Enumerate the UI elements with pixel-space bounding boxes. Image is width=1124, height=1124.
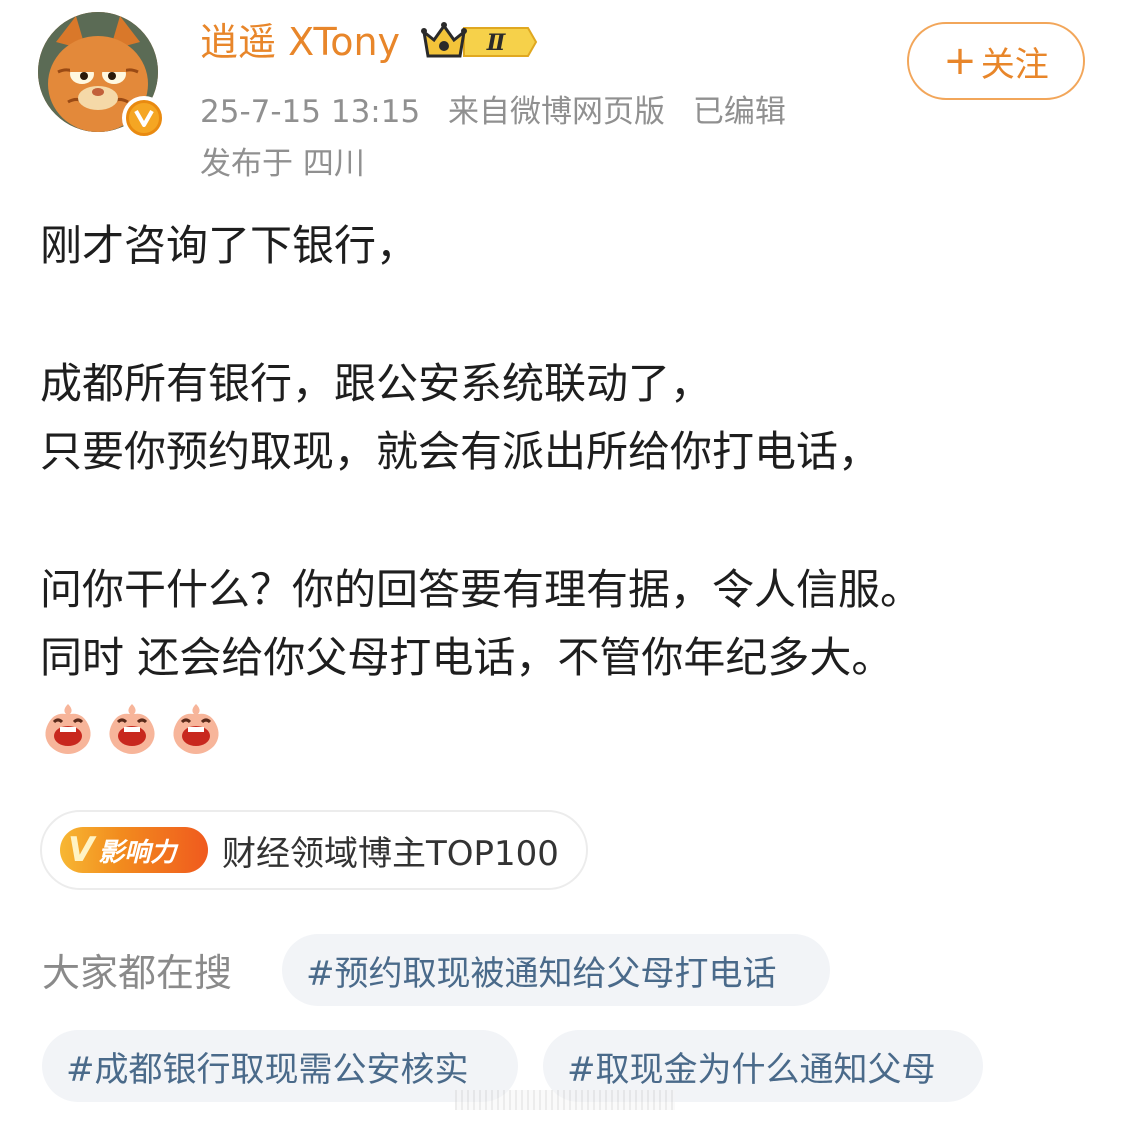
influence-logo-text: 影响力 (98, 837, 177, 868)
post-line: 刚才咨询了下银行， (40, 221, 419, 270)
influence-label: 财经领域博主TOP100 (222, 833, 559, 874)
plus-icon: + (943, 38, 977, 84)
post-body: 刚才咨询了下银行， 成都所有银行，跟公安系统联动了， 只要你预约取现，就会有派出… (40, 212, 1100, 692)
influence-badge[interactable]: V 影响力 财经领域博主TOP100 (40, 810, 588, 890)
level-badge-text: Ⅱ (486, 30, 507, 56)
avatar[interactable] (38, 12, 166, 140)
post-location: 发布于 四川 (200, 146, 365, 182)
post-meta: 25-7-15 13:15 来自微博网页版 已编辑 (200, 86, 804, 131)
weibo-post: 逍遥 XTony Ⅱ 25-7-15 13:15 来自微博网页版 已编辑 发布于… (0, 0, 1124, 1124)
laughing-emoji-icon (173, 704, 219, 754)
follow-label: 关注 (980, 44, 1049, 85)
post-source: 来自微博网页版 (448, 94, 666, 130)
trending-search-label: 大家都在搜 (42, 951, 233, 995)
emoji-row (40, 700, 224, 756)
username[interactable]: 逍遥 XTony (200, 16, 400, 68)
post-line: 问你干什么？你的回答要有理有据，令人信服。 (40, 565, 923, 614)
laughing-emoji-icon (109, 704, 155, 754)
post-line: 只要你预约取现，就会有派出所给你打电话， (40, 427, 881, 476)
verified-badge-icon (122, 96, 166, 140)
post-line: 同时 还会给你父母打电话，不管你年纪多大。 (40, 633, 894, 682)
watermark-strip (455, 1090, 675, 1110)
trending-topic[interactable]: #成都银行取现需公安核实 (42, 1030, 518, 1102)
v-wheat-icon: V (68, 830, 95, 870)
influence-logo: V 影响力 (60, 827, 208, 873)
follow-button[interactable]: + 关注 (907, 22, 1085, 100)
post-line: 成都所有银行，跟公安系统联动了， (40, 359, 713, 408)
trending-topic[interactable]: #预约取现被通知给父母打电话 (282, 934, 830, 1006)
laughing-emoji-icon (45, 704, 91, 754)
post-edited-label[interactable]: 已编辑 (693, 94, 786, 130)
level-crown-badge-icon: Ⅱ (420, 18, 538, 66)
post-timestamp: 25-7-15 13:15 (200, 94, 421, 130)
